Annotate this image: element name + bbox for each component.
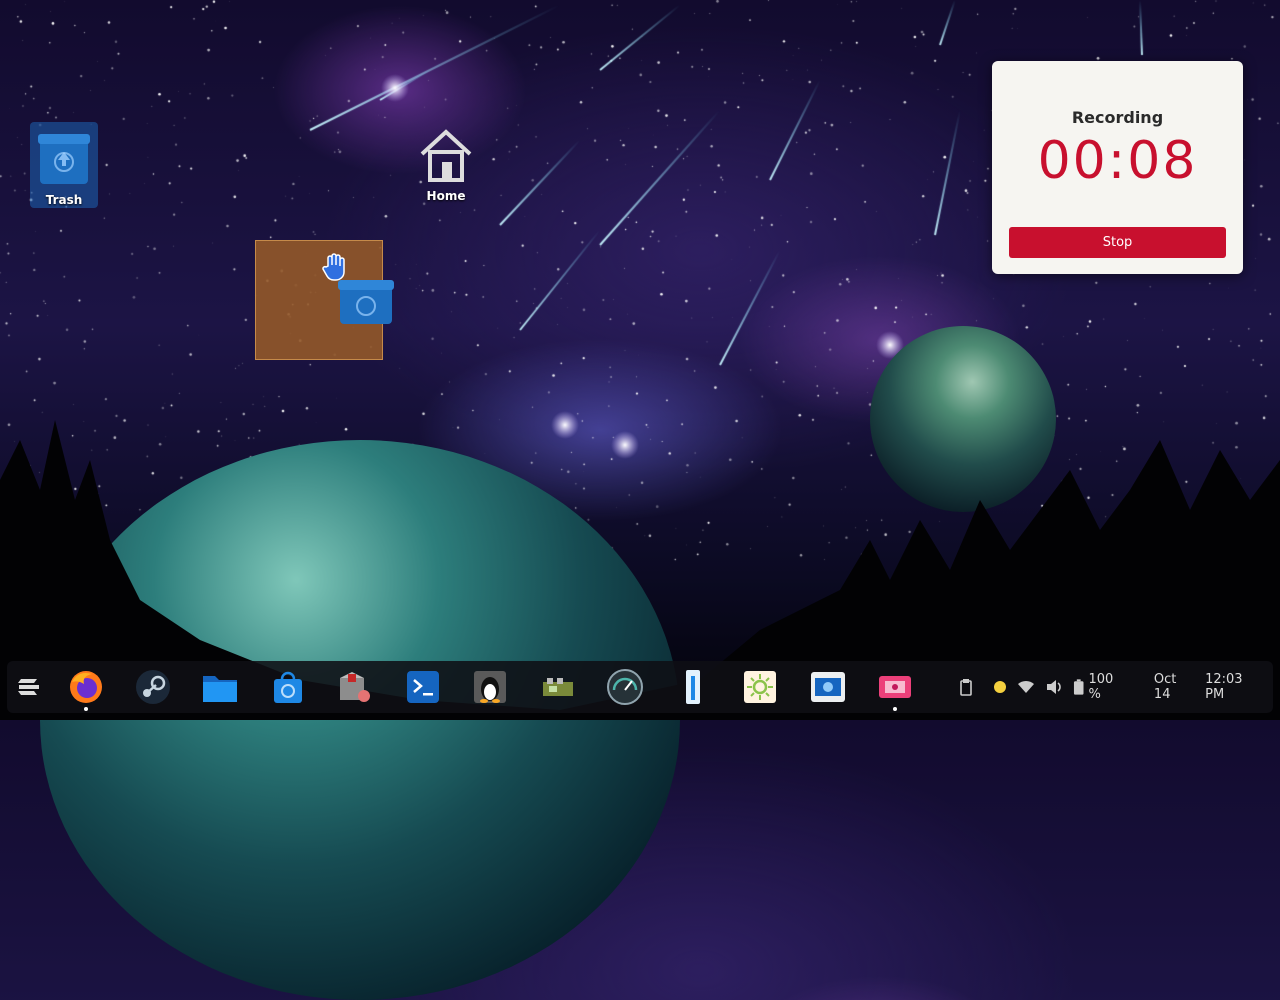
wifi-indicator[interactable] — [1017, 680, 1035, 694]
home-icon — [420, 129, 472, 182]
clipboard-icon — [960, 679, 972, 696]
battery-icon — [1073, 679, 1084, 695]
grab-hand-cursor-icon — [322, 253, 345, 281]
stop-recording-button[interactable]: Stop — [1009, 227, 1226, 258]
screenshot-icon — [811, 672, 845, 702]
firefox-button[interactable] — [66, 667, 106, 711]
taskbar: 100 % Oct 14 12:03 PM — [7, 661, 1273, 713]
desktop-trash[interactable]: Trash — [30, 122, 98, 208]
linux-tux-button[interactable] — [470, 667, 510, 707]
zorin-menu-button[interactable] — [9, 667, 49, 707]
thermometer-button[interactable] — [673, 667, 713, 707]
clock[interactable]: Oct 14 12:03 PM — [1154, 672, 1263, 702]
notification-indicator[interactable] — [993, 680, 1007, 694]
desktop-home[interactable]: Home — [412, 126, 480, 206]
firefox-icon — [70, 671, 102, 703]
trash-label: Trash — [45, 193, 83, 207]
yellow-dot-icon — [994, 681, 1006, 693]
volume-icon — [1047, 680, 1061, 694]
software-store-button[interactable] — [268, 667, 308, 707]
steam-button[interactable] — [133, 667, 173, 707]
brightness-icon — [744, 671, 776, 703]
hardware-tool-button[interactable] — [538, 667, 578, 707]
trash-icon — [38, 134, 90, 184]
software-store-icon — [274, 671, 302, 703]
recording-timer: 00:08 — [1037, 131, 1198, 191]
package-installer-icon — [340, 672, 370, 702]
terminal-icon — [407, 671, 439, 703]
linux-tux-icon — [474, 671, 506, 703]
battery-percent: 100 % — [1088, 672, 1114, 702]
package-installer-button[interactable] — [335, 667, 375, 707]
system-monitor-button[interactable] — [605, 667, 645, 707]
screen-recorder-button[interactable] — [875, 667, 915, 711]
clipboard-indicator[interactable] — [959, 678, 973, 696]
thermometer-icon — [686, 670, 700, 704]
screenshot-button[interactable] — [808, 667, 848, 707]
terminal-button[interactable] — [403, 667, 443, 707]
recording-panel: Recording 00:08 Stop — [992, 61, 1243, 274]
home-label: Home — [426, 189, 466, 203]
files-icon — [203, 676, 237, 702]
clock-date: Oct 14 — [1153, 672, 1177, 702]
hardware-tool-icon — [543, 678, 573, 696]
running-indicator — [893, 707, 897, 711]
running-indicator — [84, 707, 88, 711]
brightness-button[interactable] — [740, 667, 780, 707]
clock-time: 12:03 PM — [1205, 672, 1243, 702]
recording-title: Recording — [1071, 108, 1164, 127]
screen-recorder-icon — [879, 676, 911, 698]
wifi-icon — [1018, 680, 1034, 693]
steam-icon — [136, 670, 170, 704]
zorin-menu-icon — [18, 679, 39, 695]
battery-indicator[interactable]: 100 % — [1073, 672, 1128, 702]
system-monitor-gauge-icon — [607, 669, 643, 705]
volume-indicator[interactable] — [1045, 679, 1063, 695]
system-tray: 100 % Oct 14 12:03 PM — [959, 661, 1273, 713]
files-button[interactable] — [200, 667, 240, 707]
